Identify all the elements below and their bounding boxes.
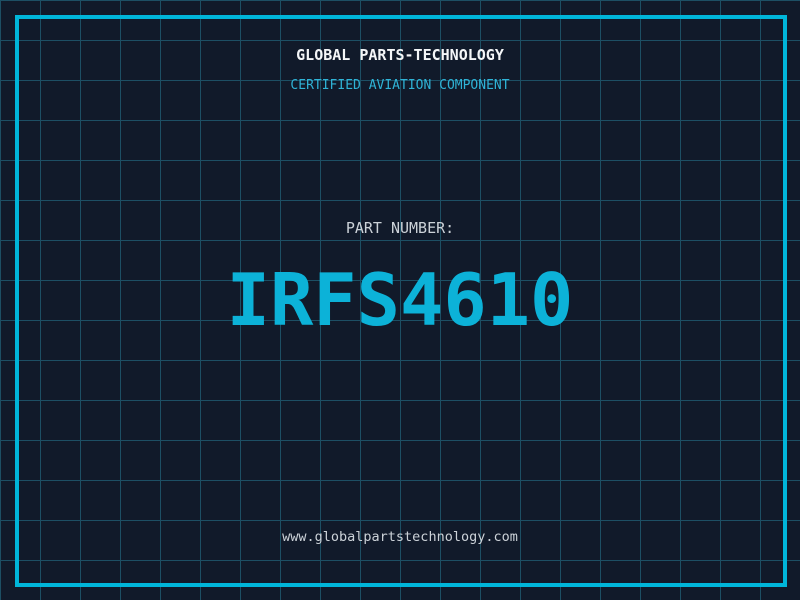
part-number-value: IRFS4610: [226, 258, 574, 342]
blueprint-card: GLOBAL PARTS-TECHNOLOGY CERTIFIED AVIATI…: [0, 0, 800, 600]
part-number-label: PART NUMBER:: [345, 219, 455, 237]
certification-label: CERTIFIED AVIATION COMPONENT: [290, 78, 510, 93]
website-url: www.globalpartstechnology.com: [282, 529, 518, 545]
company-name: GLOBAL PARTS-TECHNOLOGY: [296, 46, 504, 64]
